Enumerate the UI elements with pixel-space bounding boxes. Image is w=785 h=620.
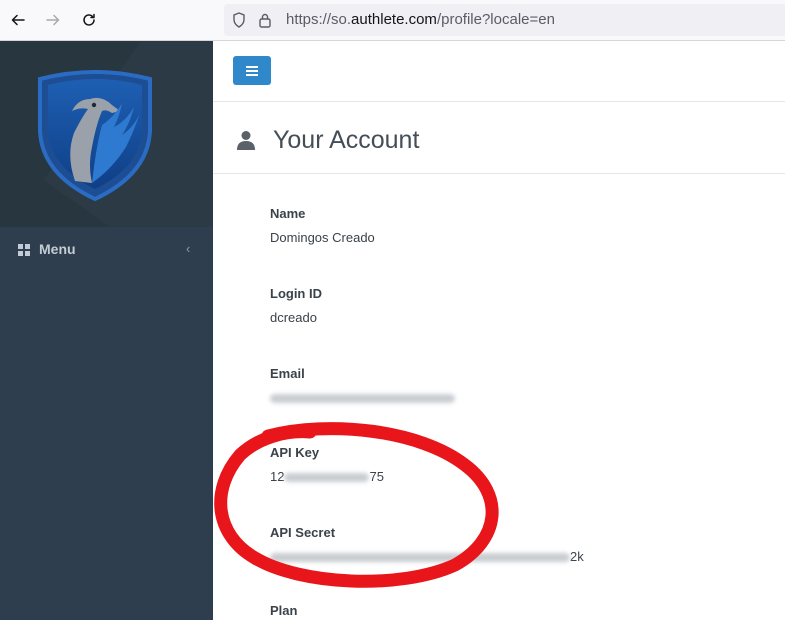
name-value: Domingos Creado xyxy=(270,230,375,245)
url-host: authlete.com xyxy=(351,11,437,28)
browser-toolbar: https://so.authlete.com/profile?locale=e… xyxy=(0,0,785,41)
top-navbar xyxy=(213,41,785,102)
api-key-label: API Key xyxy=(270,445,320,460)
hamburger-icon xyxy=(246,65,258,76)
redaction-blur xyxy=(270,394,455,404)
sidebar-toggle-button[interactable] xyxy=(233,56,271,85)
url-prefix: https://so. xyxy=(286,11,352,28)
api-secret-label: API Secret xyxy=(270,525,336,540)
chevron-left-icon[interactable]: ‹ xyxy=(186,241,190,256)
page-title: Your Account xyxy=(273,126,420,154)
api-key-suffix: 75 xyxy=(369,469,384,484)
login-id-field: Login ID dcreado xyxy=(270,286,322,325)
sidebar-item-label: Menu xyxy=(39,241,76,257)
api-secret-value: 2k xyxy=(270,549,584,564)
email-label: Email xyxy=(270,366,305,381)
authlete-eagle-logo[interactable] xyxy=(30,69,160,204)
page-header: Your Account xyxy=(213,102,785,174)
plan-field: Plan xyxy=(270,603,297,618)
back-arrow-icon xyxy=(11,14,25,26)
email-field: Email xyxy=(270,366,455,405)
sidebar: Menu ‹ xyxy=(0,41,213,620)
address-bar[interactable]: https://so.authlete.com/profile?locale=e… xyxy=(224,4,785,36)
api-key-value: 12 75 xyxy=(270,469,384,484)
api-key-field: API Key 12 75 xyxy=(270,445,384,484)
url-path: /profile?locale=en xyxy=(436,11,555,28)
api-key-prefix: 12 xyxy=(270,469,285,484)
forward-arrow-icon xyxy=(46,14,60,26)
api-secret-suffix: 2k xyxy=(570,549,584,564)
redaction-blur xyxy=(270,553,570,563)
reload-icon xyxy=(83,13,95,26)
login-id-label: Login ID xyxy=(270,286,322,301)
tracking-shield-icon[interactable] xyxy=(232,12,246,28)
email-value-redacted xyxy=(270,390,455,405)
name-field: Name Domingos Creado xyxy=(270,206,375,245)
api-secret-field: API Secret 2k xyxy=(270,525,584,564)
user-icon xyxy=(237,131,255,150)
name-label: Name xyxy=(270,206,306,221)
sidebar-item-menu[interactable]: Menu ‹ xyxy=(0,227,213,273)
grid-icon xyxy=(18,244,30,256)
login-id-value: dcreado xyxy=(270,310,317,325)
forward-button[interactable] xyxy=(41,8,65,32)
lock-icon[interactable] xyxy=(258,12,272,28)
back-button[interactable] xyxy=(6,8,30,32)
main-content: Your Account Name Domingos Creado Login … xyxy=(213,41,785,620)
plan-label: Plan xyxy=(270,603,298,618)
logo-area xyxy=(0,41,213,227)
redaction-blur xyxy=(284,473,370,483)
reload-button[interactable] xyxy=(77,8,101,32)
url-text: https://so.authlete.com/profile?locale=e… xyxy=(286,11,555,28)
